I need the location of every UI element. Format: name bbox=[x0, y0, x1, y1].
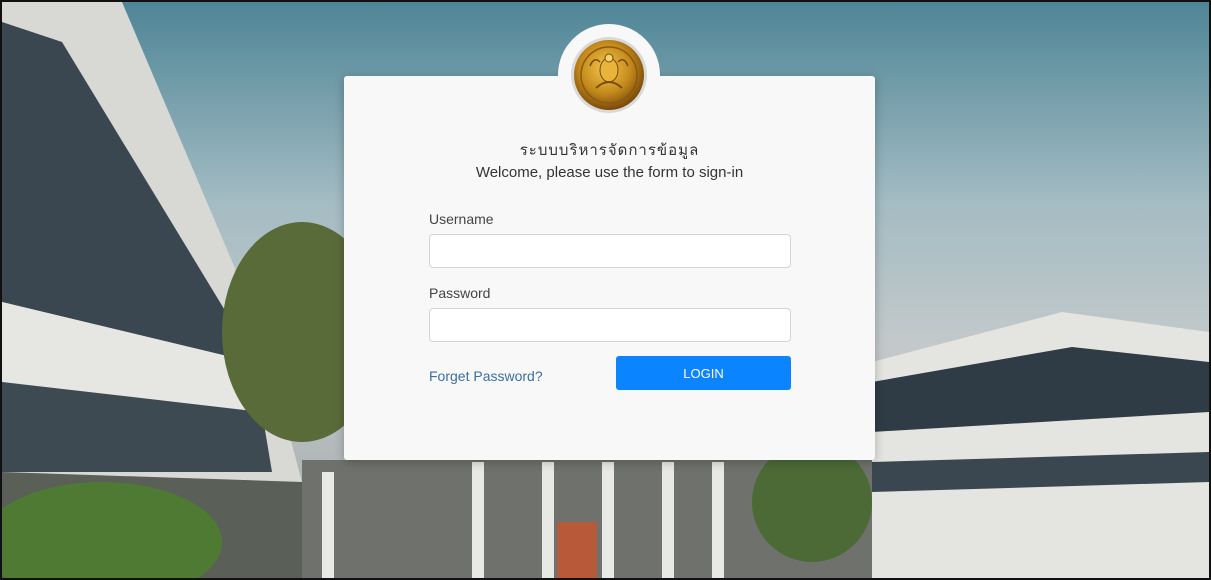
password-input[interactable] bbox=[429, 308, 791, 342]
username-label: Username bbox=[429, 211, 494, 227]
welcome-subtitle: Welcome, please use the form to sign-in bbox=[475, 164, 744, 181]
login-screen: ระบบบริหารจัดการข้อมูล Welcome, please u… bbox=[0, 0, 1211, 580]
emblem-container bbox=[558, 24, 660, 126]
login-button[interactable]: LOGIN bbox=[616, 356, 791, 390]
royal-emblem-icon bbox=[571, 37, 647, 113]
forgot-password-link[interactable]: Forget Password? bbox=[429, 368, 543, 384]
password-label: Password bbox=[429, 285, 491, 301]
system-title: ระบบบริหารจัดการข้อมูล bbox=[519, 141, 700, 159]
login-card: ระบบบริหารจัดการข้อมูล Welcome, please u… bbox=[344, 24, 875, 460]
username-input[interactable] bbox=[429, 234, 791, 268]
